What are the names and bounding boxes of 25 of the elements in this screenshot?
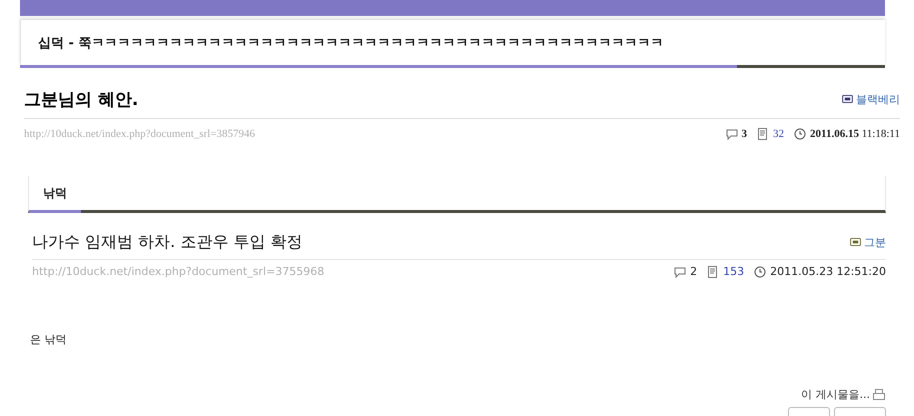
printer-icon — [872, 388, 886, 402]
comment-count: 3 — [742, 128, 748, 140]
comment-icon — [674, 266, 686, 278]
view-count: 32 — [773, 128, 784, 140]
category-title: 십덕 - 쭉ㅋㅋㅋㅋㅋㅋㅋㅋㅋㅋㅋㅋㅋㅋㅋㅋㅋㅋㅋㅋㅋㅋㅋㅋㅋㅋㅋㅋㅋㅋㅋㅋㅋㅋㅋㅋㅋㅋㅋㅋㅋㅋㅋㅋ — [38, 34, 664, 52]
post-date: 2011.05.23 12:51:20 — [770, 265, 886, 278]
comment-count: 2 — [690, 265, 698, 278]
tab[interactable]: 낚덕 — [29, 185, 81, 213]
post-title: 나가수 임재범 하차. 조관우 투입 확정 — [32, 232, 303, 252]
clock-icon — [794, 128, 806, 140]
level-icon — [842, 95, 853, 103]
level-icon — [850, 238, 861, 246]
comment-icon — [726, 128, 738, 140]
author-link[interactable]: 블랙베리 — [842, 92, 900, 106]
document-icon — [757, 128, 770, 140]
document-icon — [707, 266, 720, 278]
clock-icon — [754, 266, 766, 278]
post-body: 은 낚덕 — [30, 332, 68, 347]
actions-label: 이 게시물을... — [801, 387, 870, 402]
author-link[interactable]: 그분 — [850, 234, 886, 250]
post-title: 그분님의 혜안. — [24, 88, 138, 110]
view-count: 153 — [723, 265, 744, 278]
post-url: http://10duck.net/index.php?document_srl=3857946 — [24, 128, 256, 140]
post-date: 2011.06.15 11:18:11 — [810, 128, 900, 140]
post-url: http://10duck.net/index.php?document_srl=3755968 — [32, 265, 324, 278]
